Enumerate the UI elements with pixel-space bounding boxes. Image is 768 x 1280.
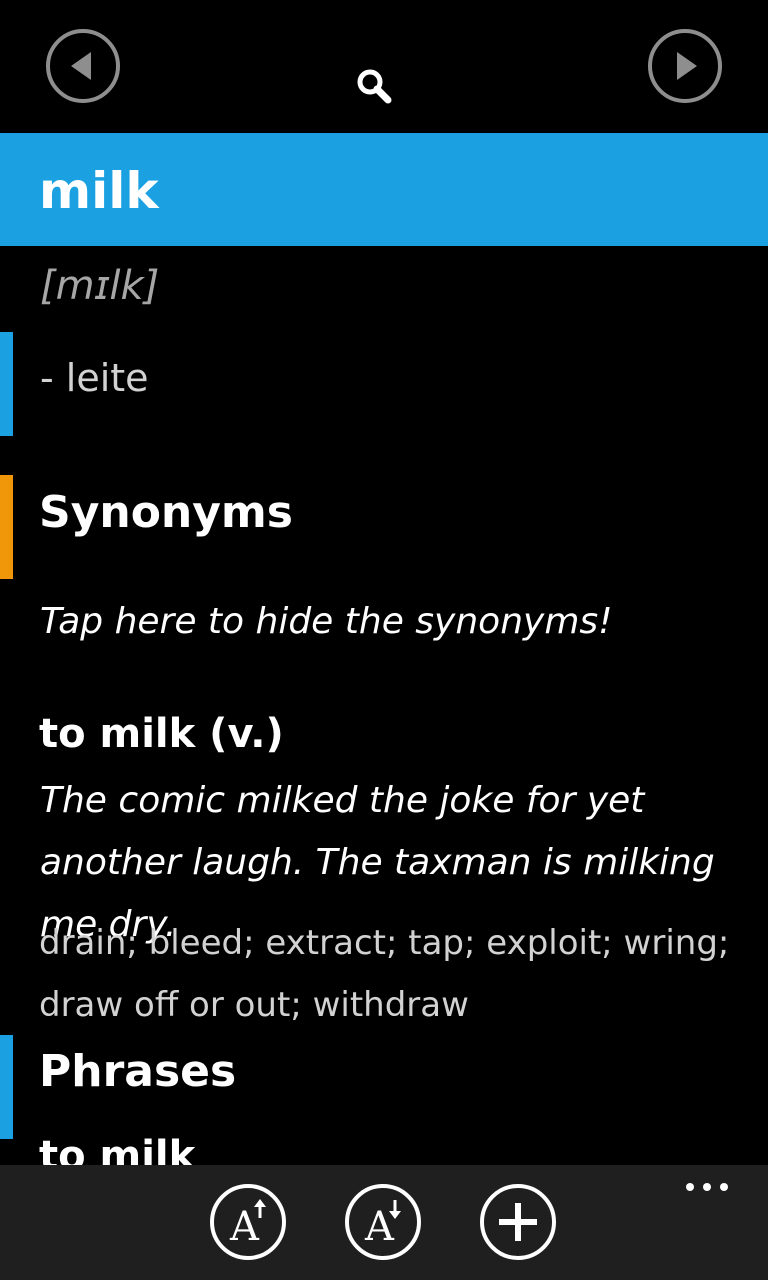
- translation-text: - leite: [40, 356, 149, 400]
- word-title-band: milk: [0, 133, 768, 246]
- top-bar: [0, 0, 768, 133]
- search-button[interactable]: [352, 64, 396, 108]
- entry-word: milk: [39, 162, 159, 220]
- decrease-font-button[interactable]: A: [345, 1184, 421, 1260]
- increase-font-button[interactable]: A: [210, 1184, 286, 1260]
- synonym-list: drain; bleed; extract; tap; exploit; wri…: [39, 923, 730, 1025]
- phrases-heading[interactable]: Phrases: [39, 1044, 236, 1100]
- synonym-word: to milk (v.): [39, 711, 284, 757]
- back-arrow-icon: [71, 52, 91, 80]
- add-button[interactable]: [480, 1184, 556, 1260]
- more-ellipsis-icon[interactable]: [686, 1183, 728, 1191]
- app-bar: A A: [0, 1165, 768, 1280]
- dictionary-screen: milk [mɪlk] - leite Synonyms Tap here to…: [0, 0, 768, 1280]
- font-size-decrease-icon: A: [364, 1200, 401, 1250]
- translation-accent-bar: [0, 332, 13, 436]
- add-icon: [499, 1203, 537, 1241]
- synonyms-accent-bar: [0, 475, 13, 579]
- back-button[interactable]: [46, 29, 120, 103]
- search-icon: [357, 69, 392, 104]
- phrases-accent-bar: [0, 1035, 13, 1139]
- pronunciation: [mɪlk]: [40, 263, 160, 309]
- font-size-increase-icon: A: [229, 1199, 266, 1250]
- svg-text:A: A: [364, 1204, 395, 1250]
- forward-arrow-icon: [677, 52, 697, 80]
- synonyms-heading[interactable]: Synonyms: [39, 485, 293, 541]
- forward-button[interactable]: [648, 29, 722, 103]
- svg-text:A: A: [229, 1204, 260, 1250]
- hide-synonyms-hint[interactable]: Tap here to hide the synonyms!: [40, 596, 613, 648]
